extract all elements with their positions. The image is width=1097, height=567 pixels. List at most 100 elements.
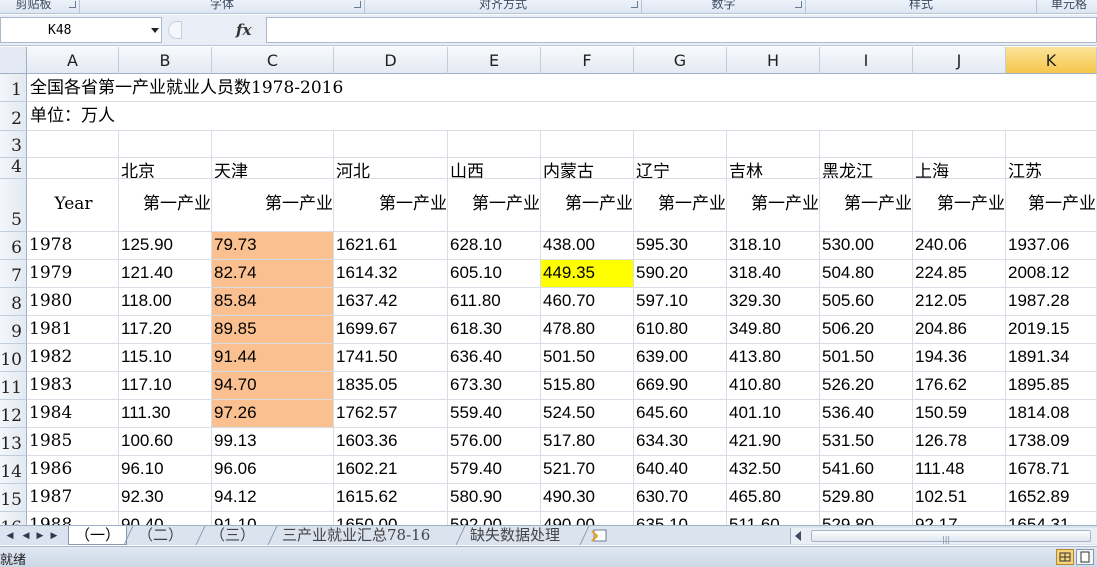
data-cell[interactable]: 1814.08 [1006,400,1097,428]
page-layout-button[interactable] [1076,549,1094,565]
data-cell[interactable]: 1895.85 [1006,372,1097,400]
data-cell[interactable]: 111.48 [913,456,1006,484]
data-cell[interactable]: 1891.34 [1006,344,1097,372]
year-header[interactable]: Year [27,179,119,232]
data-cell[interactable]: 610.80 [634,316,727,344]
province-header[interactable]: 黑龙江 [820,158,913,179]
industry-header[interactable]: 第一产业 [212,179,334,232]
row-header-5[interactable]: 5 [0,179,27,232]
data-cell[interactable]: 1937.06 [1006,232,1097,260]
insert-function-button[interactable]: fx [236,21,262,41]
industry-header[interactable]: 第一产业 [1006,179,1097,232]
data-cell[interactable]: 89.85 [212,316,334,344]
data-cell[interactable]: 1987.28 [1006,288,1097,316]
normal-view-button[interactable] [1056,549,1074,565]
row-header-16[interactable]: 16 [0,512,27,525]
data-cell[interactable]: 79.73 [212,232,334,260]
grid-cell[interactable] [1006,131,1097,158]
data-cell[interactable]: 590.20 [634,260,727,288]
grid-cell[interactable] [541,102,634,131]
grid-cell[interactable] [820,131,913,158]
data-cell[interactable]: 401.10 [727,400,820,428]
data-cell[interactable]: 524.50 [541,400,634,428]
data-cell[interactable]: 94.12 [212,484,334,512]
data-cell[interactable]: 559.40 [448,400,541,428]
grid-cell[interactable] [27,158,119,179]
column-header-g[interactable]: G [634,47,727,74]
data-cell[interactable]: 1762.57 [334,400,448,428]
data-cell[interactable]: 611.80 [448,288,541,316]
grid-cell[interactable] [913,102,1006,131]
row-header-14[interactable]: 14 [0,456,27,484]
data-cell[interactable]: 639.00 [634,344,727,372]
data-cell[interactable]: 94.70 [212,372,334,400]
grid-cell[interactable] [634,102,727,131]
data-cell[interactable]: 118.00 [119,288,212,316]
data-cell[interactable]: 318.40 [727,260,820,288]
sheet-tab-1[interactable]: （一） [68,526,128,545]
data-cell[interactable]: 99.13 [212,428,334,456]
data-cell[interactable]: 630.70 [634,484,727,512]
column-header-k[interactable]: K [1006,47,1097,74]
industry-header[interactable]: 第一产业 [541,179,634,232]
grid-cell[interactable] [119,131,212,158]
column-header-h[interactable]: H [727,47,820,74]
province-header[interactable]: 辽宁 [634,158,727,179]
scroll-left-icon[interactable] [795,531,801,541]
province-header[interactable]: 北京 [119,158,212,179]
row-header-4[interactable]: 4 [0,158,27,179]
column-header-e[interactable]: E [448,47,541,74]
data-cell[interactable]: 1603.36 [334,428,448,456]
column-header-f[interactable]: F [541,47,634,74]
dialog-launcher-icon[interactable] [69,1,76,8]
data-cell[interactable]: 465.80 [727,484,820,512]
data-cell[interactable]: 82.74 [212,260,334,288]
row-header-10[interactable]: 10 [0,344,27,372]
row-header-9[interactable]: 9 [0,316,27,344]
data-cell[interactable]: 1621.61 [334,232,448,260]
row-header-13[interactable]: 13 [0,428,27,456]
data-cell[interactable]: 511.60 [727,512,820,525]
data-cell[interactable]: 349.80 [727,316,820,344]
sheet-tab-5[interactable]: 缺失数据处理 [464,526,566,545]
data-cell[interactable]: 1678.71 [1006,456,1097,484]
data-cell[interactable]: 194.36 [913,344,1006,372]
data-cell[interactable]: 634.30 [634,428,727,456]
column-header-b[interactable]: B [119,47,212,74]
data-cell[interactable]: 628.10 [448,232,541,260]
data-cell[interactable]: 100.60 [119,428,212,456]
data-cell[interactable]: 438.00 [541,232,634,260]
data-cell[interactable]: 530.00 [820,232,913,260]
data-cell[interactable]: 329.30 [727,288,820,316]
spreadsheet-grid[interactable]: ABCDEFGHIJK 12345678910111213141516 全国各省… [0,47,1097,525]
industry-header[interactable]: 第一产业 [334,179,448,232]
grid-cell[interactable] [727,74,820,102]
grid-cell[interactable] [212,102,334,131]
data-cell[interactable]: 1699.67 [334,316,448,344]
data-cell[interactable]: 1650.00 [334,512,448,525]
data-cell[interactable]: 490.00 [541,512,634,525]
data-cell[interactable]: 111.30 [119,400,212,428]
grid-cell[interactable] [334,131,448,158]
grid-cell[interactable] [334,74,448,102]
year-cell[interactable]: 1978 [27,232,119,260]
next-sheet-icon[interactable]: ▶ [34,530,46,542]
year-cell[interactable]: 1980 [27,288,119,316]
data-cell[interactable]: 1637.42 [334,288,448,316]
data-cell[interactable]: 90.40 [119,512,212,525]
data-cell[interactable]: 506.20 [820,316,913,344]
scroll-thumb[interactable]: ||| [811,530,1091,544]
industry-header[interactable]: 第一产业 [119,179,212,232]
data-cell[interactable]: 673.30 [448,372,541,400]
data-cell[interactable]: 449.35 [541,260,634,288]
industry-header[interactable]: 第一产业 [727,179,820,232]
data-cell[interactable]: 541.60 [820,456,913,484]
grid-cell[interactable] [448,131,541,158]
data-cell[interactable]: 318.10 [727,232,820,260]
data-cell[interactable]: 478.80 [541,316,634,344]
grid-cell[interactable] [541,131,634,158]
grid-cell[interactable] [27,131,119,158]
data-cell[interactable]: 212.05 [913,288,1006,316]
province-header[interactable]: 上海 [913,158,1006,179]
name-box[interactable]: K48 [0,17,162,43]
